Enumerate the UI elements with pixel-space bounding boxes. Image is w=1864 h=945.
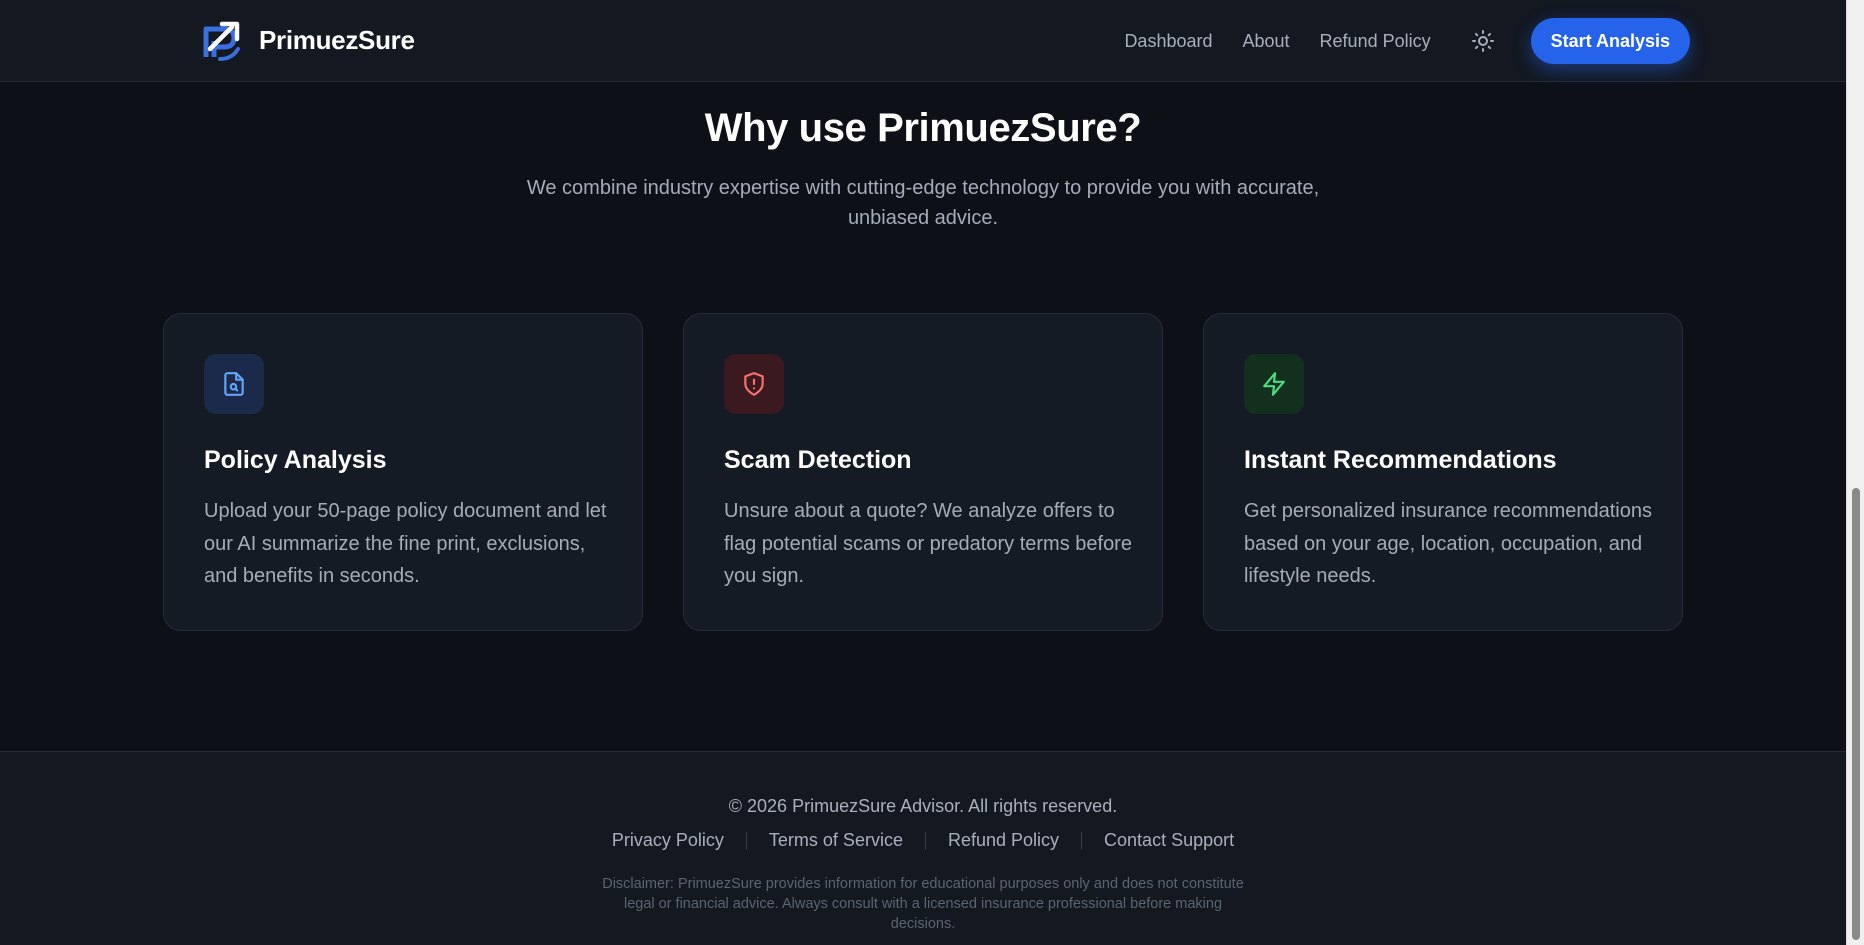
file-search-icon <box>224 372 244 396</box>
feature-icon-container <box>724 354 784 414</box>
feature-description: Get personalized insurance recommendatio… <box>1244 500 1652 587</box>
shield-alert-icon <box>744 372 764 396</box>
scrollbar-thumb[interactable] <box>1852 488 1860 940</box>
footer-divider <box>924 831 926 850</box>
feature-card-scam-detection: Scam Detection Unsure about a quote? We … <box>683 313 1163 631</box>
footer: © 2026 PrimuezSure Advisor. All rights r… <box>0 751 1846 945</box>
nav-about[interactable]: About <box>1243 31 1290 52</box>
page: PrimuezSure Dashboard About Refund Polic… <box>0 0 1864 945</box>
top-navbar: PrimuezSure Dashboard About Refund Polic… <box>0 0 1846 82</box>
logo-icon <box>203 21 240 61</box>
feature-title: Scam Detection <box>724 446 912 474</box>
footer-link-contact-support[interactable]: Contact Support <box>1104 830 1234 851</box>
feature-description: Upload your 50-page policy document and … <box>204 500 607 587</box>
footer-links: Privacy Policy Terms of Service Refund P… <box>0 830 1846 851</box>
sun-icon <box>1471 30 1494 52</box>
main-nav: Dashboard About Refund Policy Start Anal… <box>1124 18 1690 64</box>
brand[interactable]: PrimuezSure <box>202 14 415 66</box>
feature-card-instant-recommendations: Instant Recommendations Get personalized… <box>1203 313 1683 631</box>
nav-dashboard[interactable]: Dashboard <box>1124 31 1212 52</box>
feature-icon-container <box>204 354 264 414</box>
section-subtitle: We combine industry expertise with cutti… <box>526 177 1320 229</box>
start-analysis-button[interactable]: Start Analysis <box>1530 18 1690 64</box>
brand-name: PrimuezSure <box>259 24 415 55</box>
lightning-icon <box>1263 372 1285 396</box>
nav-refund-policy[interactable]: Refund Policy <box>1320 31 1431 52</box>
feature-description: Unsure about a quote? We analyze offers … <box>724 500 1132 587</box>
feature-title: Instant Recommendations <box>1244 446 1557 474</box>
feature-title: Policy Analysis <box>204 446 387 474</box>
copyright-text: © 2026 PrimuezSure Advisor. All rights r… <box>728 796 1118 816</box>
disclaimer-text: Disclaimer: PrimuezSure provides informa… <box>602 876 1244 932</box>
page-scrollbar[interactable] <box>1846 0 1864 945</box>
theme-toggle-button[interactable] <box>1463 21 1503 61</box>
feature-card-policy-analysis: Policy Analysis Upload your 50-page poli… <box>163 313 643 631</box>
footer-divider <box>1081 831 1083 850</box>
footer-link-refund-policy[interactable]: Refund Policy <box>948 830 1059 851</box>
section-title: Why use PrimuezSure? <box>704 106 1142 150</box>
footer-link-terms-of-service[interactable]: Terms of Service <box>769 830 903 851</box>
feature-icon-container <box>1244 354 1304 414</box>
footer-divider <box>745 831 747 850</box>
footer-link-privacy-policy[interactable]: Privacy Policy <box>612 830 724 851</box>
